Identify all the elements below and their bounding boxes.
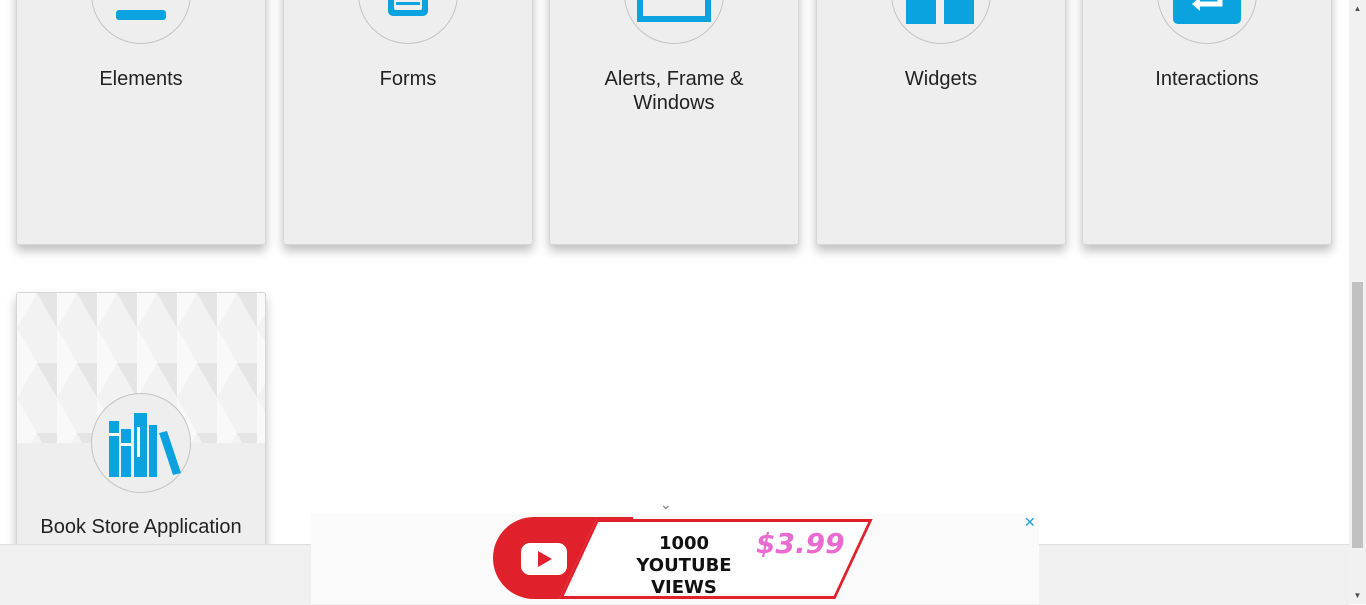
scroll-thumb[interactable] xyxy=(1352,282,1363,548)
books-icon xyxy=(91,393,191,493)
youtube-play-icon xyxy=(521,543,567,575)
card-title: Elements xyxy=(99,68,183,90)
card-title: Forms xyxy=(379,68,437,90)
card-alerts-frame-windows[interactable]: Alerts, Frame & Windows xyxy=(549,0,799,245)
ad-price: $3.99 xyxy=(756,527,845,560)
card-book-store[interactable]: Book Store Application xyxy=(16,292,266,584)
elements-icon xyxy=(91,0,191,44)
forms-icon xyxy=(358,0,458,44)
close-icon[interactable]: ✕ xyxy=(1024,514,1036,531)
scroll-down-arrow-icon[interactable]: ▼ xyxy=(1349,587,1366,604)
card-elements[interactable]: Elements xyxy=(16,0,266,245)
alerts-icon xyxy=(624,0,724,44)
card-title: Alerts, Frame & Windows xyxy=(604,68,744,114)
interactions-icon xyxy=(1157,0,1257,44)
card-interactions[interactable]: Interactions xyxy=(1082,0,1332,245)
ad-headline: 1000 YOUTUBE VIEWS xyxy=(636,533,732,598)
card-title: Book Store Application xyxy=(40,516,242,538)
scroll-up-arrow-icon[interactable]: ▲ xyxy=(1349,0,1366,17)
card-widgets[interactable]: Widgets xyxy=(816,0,1066,245)
card-title: Widgets xyxy=(904,68,978,90)
widgets-icon xyxy=(891,0,991,44)
card-forms[interactable]: Forms xyxy=(283,0,533,245)
vertical-scrollbar[interactable]: ▲ ▼ xyxy=(1349,0,1366,604)
chevron-down-icon[interactable]: ⌄ xyxy=(660,496,672,513)
card-title: Interactions xyxy=(1155,68,1259,90)
